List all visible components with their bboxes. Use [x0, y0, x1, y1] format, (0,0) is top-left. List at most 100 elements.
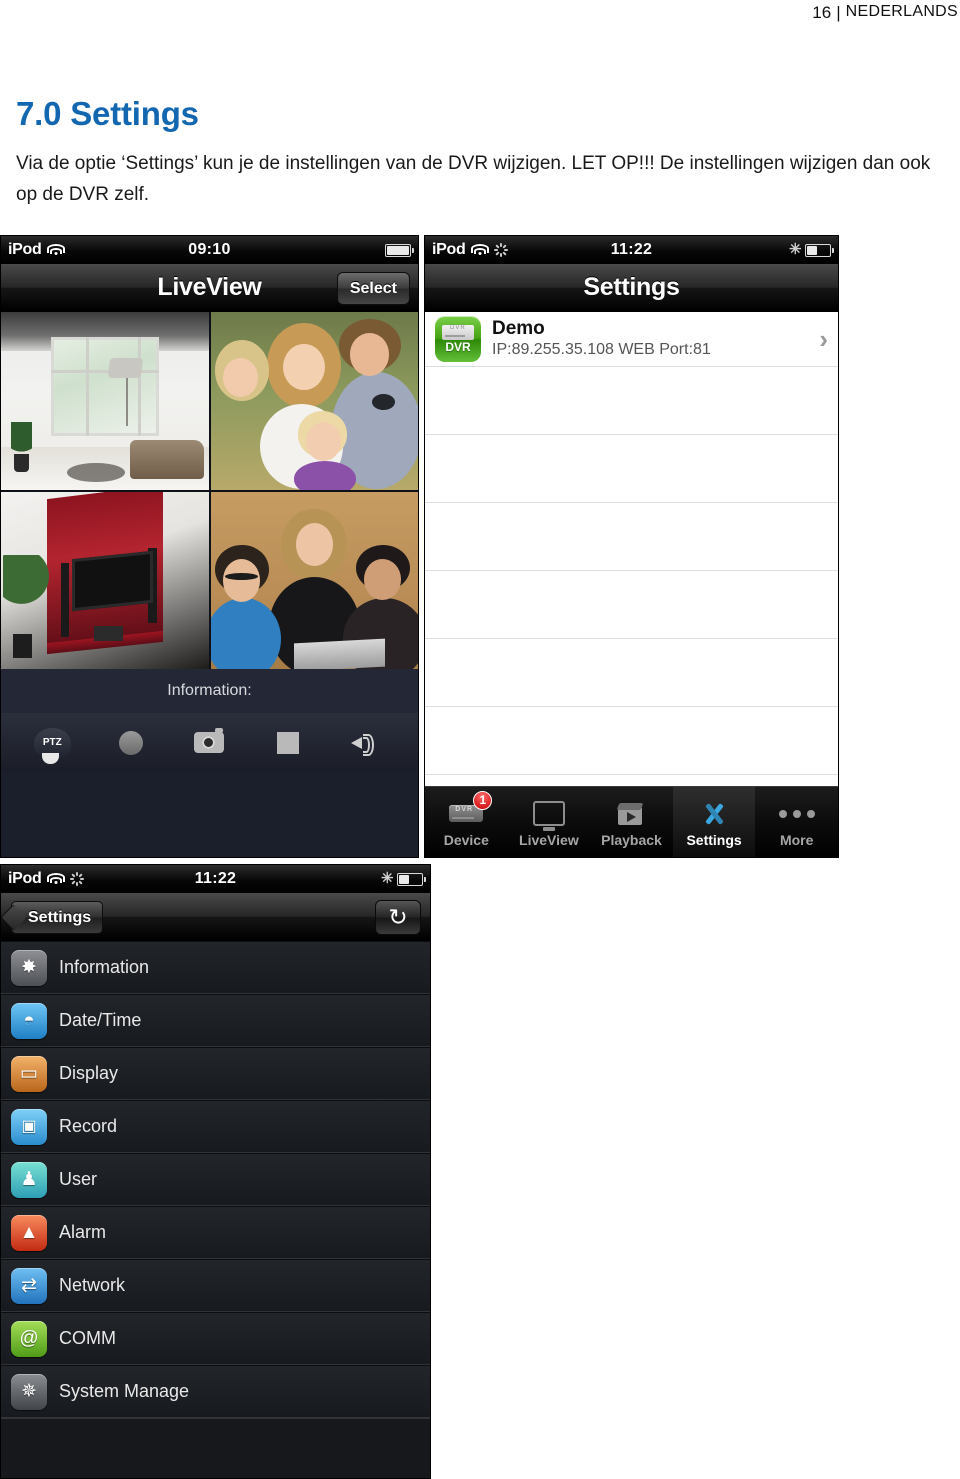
list-item: [425, 707, 838, 775]
wifi-icon: [46, 872, 65, 886]
navigation-bar: LiveView Select: [1, 264, 418, 312]
back-button-label: Settings: [28, 908, 92, 926]
tab-settings[interactable]: Settings: [672, 787, 756, 857]
bluetooth-icon: ✳: [789, 240, 802, 258]
menu-item-date-time[interactable]: ◓ Date/Time: [1, 994, 430, 1047]
battery-icon: [397, 872, 426, 886]
at-sign-icon: @: [11, 1320, 47, 1357]
gear-icon: ✸: [11, 949, 47, 986]
device-row-demo[interactable]: DVR Demo IP:89.255.35.108 WEB Port:81 ›: [425, 312, 838, 367]
menu-item-label: Record: [59, 1116, 118, 1136]
navigation-bar: Settings ↻: [1, 893, 430, 941]
carrier-label: iPod: [8, 241, 42, 258]
carrier-label: iPod: [8, 870, 42, 887]
ptz-label: PTZ: [42, 737, 62, 748]
liveview-controls: PTZ: [1, 713, 418, 772]
navbar-title: LiveView: [157, 273, 262, 301]
menu-item-comm[interactable]: @ COMM: [1, 1312, 430, 1365]
tab-more-label: More: [779, 831, 814, 848]
menu-item-user[interactable]: ♟ User: [1, 1153, 430, 1206]
menu-item-label: Network: [59, 1275, 126, 1295]
camera-living-room[interactable]: [1, 312, 209, 490]
stop-button[interactable]: [265, 724, 311, 762]
liveview-body: Information: PTZ: [1, 312, 418, 857]
device-list: DVR Demo IP:89.255.35.108 WEB Port:81 ›: [425, 312, 838, 786]
menu-item-label: Alarm: [59, 1222, 107, 1242]
tools-icon: [700, 799, 728, 829]
dvr-icon: DVR: [435, 316, 481, 362]
page-header: 16 | NEDERLANDS: [0, 0, 960, 26]
carrier-label: iPod: [432, 241, 466, 258]
snapshot-button[interactable]: [186, 724, 232, 762]
menu-item-display[interactable]: ▭ Display: [1, 1047, 430, 1100]
tab-liveview-label: LiveView: [519, 831, 579, 848]
navigation-bar: Settings: [425, 264, 838, 312]
list-item: [425, 367, 838, 435]
camera-family-portrait[interactable]: [210, 312, 418, 490]
icon-glyph: ♟: [20, 1169, 38, 1190]
monitor-icon: [532, 799, 565, 829]
tab-settings-label: Settings: [686, 831, 742, 848]
information-label: Information:: [1, 669, 418, 713]
playback-icon: [617, 799, 644, 829]
menu-item-alarm[interactable]: ▲ Alarm: [1, 1206, 430, 1259]
menu-item-information[interactable]: ✸ Information: [1, 941, 430, 994]
navbar-title: Settings: [583, 273, 680, 301]
wifi-icon: [470, 243, 489, 257]
icon-glyph: ⇄: [21, 1275, 37, 1296]
device-badge: 1: [473, 790, 493, 810]
menu-item-label: Information: [59, 957, 150, 977]
section-paragraph: Via de optie ‘Settings’ kun je de instel…: [16, 153, 931, 205]
tab-liveview[interactable]: LiveView: [508, 787, 591, 857]
tab-device-label: Device: [443, 831, 489, 848]
camera-tv-room[interactable]: [1, 491, 209, 669]
status-bar: iPod 09:10: [1, 236, 418, 264]
more-dots-icon: [778, 799, 815, 829]
record-button[interactable]: [108, 724, 154, 762]
tab-bar: 1 Device LiveView Playback Settings More: [425, 786, 838, 857]
list-item: [425, 639, 838, 707]
audio-button[interactable]: [344, 724, 390, 762]
settings-menu-list: ✸ Information ◓ Date/Time ▭ Display ▣ Re…: [1, 941, 430, 1478]
tab-more[interactable]: More: [755, 787, 838, 857]
icon-glyph: ◓: [23, 1010, 35, 1031]
status-bar: iPod 11:22 ✳: [1, 865, 430, 893]
list-item: [425, 571, 838, 639]
select-button[interactable]: Select: [336, 272, 410, 305]
screenshot-device-settings: iPod 11:22 ✳ Settings ↻ ✸ Information ◓ …: [0, 864, 431, 1479]
menu-item-label: User: [59, 1169, 98, 1189]
icon-glyph: ▣: [21, 1118, 37, 1135]
menu-item-network[interactable]: ⇄ Network: [1, 1259, 430, 1312]
siren-icon: ▲: [11, 1214, 47, 1251]
ptz-button[interactable]: PTZ: [29, 724, 75, 764]
battery-icon: [385, 243, 414, 257]
icon-glyph: ▲: [19, 1222, 39, 1243]
tab-device[interactable]: 1 Device: [425, 787, 508, 857]
dvr-icon-label: DVR: [445, 340, 471, 354]
menu-item-label: System Manage: [59, 1381, 190, 1401]
device-detail: IP:89.255.35.108 WEB Port:81: [492, 341, 711, 358]
icon-glyph: @: [19, 1328, 39, 1349]
chevron-right-icon: ›: [819, 324, 828, 354]
list-item: [425, 503, 838, 571]
menu-item-record[interactable]: ▣ Record: [1, 1100, 430, 1153]
battery-icon: [805, 243, 834, 257]
device-name: Demo: [492, 318, 545, 339]
wifi-icon: [46, 243, 65, 257]
gears-icon: ✵: [11, 1373, 47, 1410]
back-button[interactable]: Settings: [11, 901, 104, 934]
screenshot-settings-list: iPod 11:22 ✳ Settings DVR DVR Demo IP:89…: [424, 235, 839, 858]
dvr-icon: 1: [449, 790, 493, 829]
tab-playback[interactable]: Playback: [590, 787, 673, 857]
page-header-separator: |: [836, 3, 841, 22]
bluetooth-icon: ✳: [381, 869, 394, 887]
menu-item-system-manage[interactable]: ✵ System Manage: [1, 1365, 430, 1418]
screenshot-liveview: iPod 09:10 LiveView Select Information: …: [0, 235, 419, 858]
menu-item-label: COMM: [59, 1328, 116, 1348]
clock-icon: ◓: [11, 1002, 47, 1039]
camera-people-laptop[interactable]: [210, 491, 418, 669]
icon-glyph: ▭: [20, 1063, 38, 1084]
camera-grid: [1, 312, 418, 669]
camcorder-icon: ▣: [11, 1108, 47, 1145]
refresh-icon[interactable]: ↻: [375, 900, 421, 935]
